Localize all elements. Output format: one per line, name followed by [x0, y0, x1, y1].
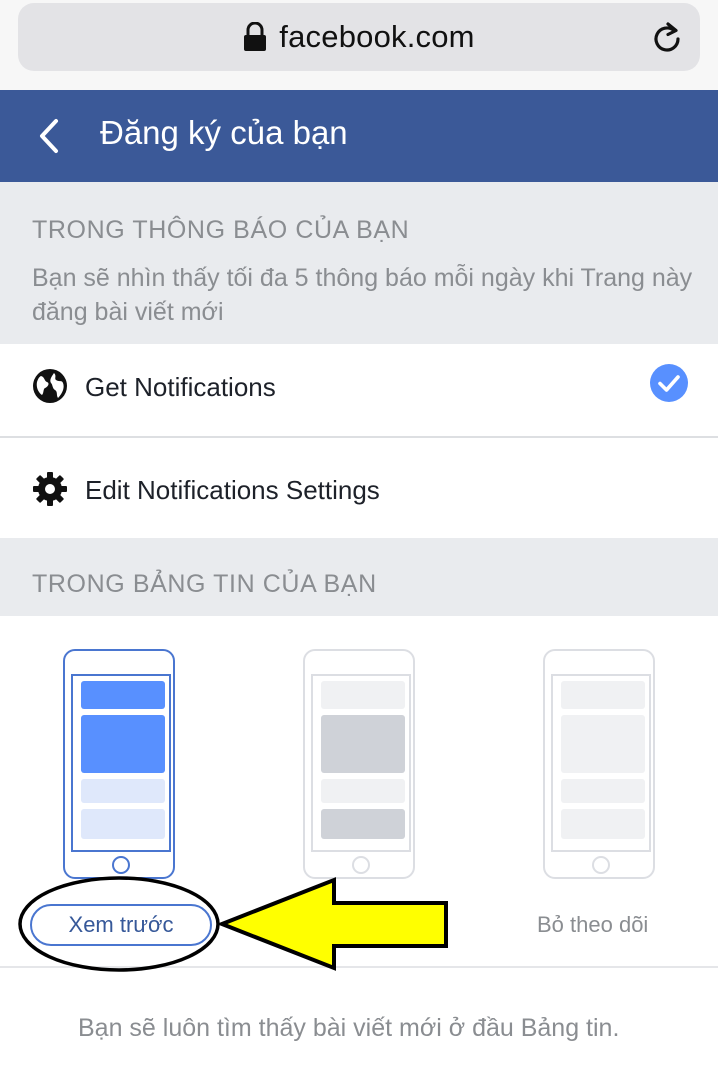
- phone-home-button: [112, 856, 130, 874]
- url-field[interactable]: facebook.com: [18, 3, 700, 71]
- feed-bar: [561, 809, 645, 839]
- globe-icon: [33, 369, 67, 403]
- phone-home-button: [352, 856, 370, 874]
- section-description: Bạn sẽ nhìn thấy tối đa 5 thông báo mỗi …: [32, 264, 693, 326]
- phone-home-button: [592, 856, 610, 874]
- gear-icon: [33, 472, 67, 506]
- footer-description: Bạn sẽ luôn tìm thấy bài viết mới ở đầu …: [78, 1014, 620, 1042]
- get-notifications-row[interactable]: Get Notifications: [0, 344, 718, 436]
- lock-icon: [244, 22, 267, 51]
- phone-screen: [551, 674, 651, 852]
- chevron-left-icon[interactable]: [36, 117, 62, 155]
- section-title: TRONG BẢNG TIN CỦA BẠN: [32, 570, 377, 598]
- row-label: Get Notifications: [85, 372, 276, 402]
- feed-bar: [321, 681, 405, 709]
- feed-bar: [81, 681, 165, 709]
- newsfeed-options: Xem trước Bỏ theo dõi: [0, 616, 718, 966]
- phone-screen: [71, 674, 171, 852]
- feed-bar: [561, 715, 645, 773]
- url-content: facebook.com: [18, 3, 700, 71]
- feed-bar: [321, 715, 405, 773]
- unfollow-option-label[interactable]: Bỏ theo dõi: [537, 912, 648, 938]
- page-header: Đăng ký của bạn: [0, 90, 718, 182]
- notifications-section-header: TRONG THÔNG BÁO CỦA BẠN Bạn sẽ nhìn thấy…: [0, 182, 718, 344]
- phone-screen: [311, 674, 411, 852]
- option-see-first-phone[interactable]: [63, 649, 175, 879]
- newsfeed-section-header: TRONG BẢNG TIN CỦA BẠN: [0, 538, 718, 616]
- divider: [0, 966, 718, 968]
- option-unfollow-phone[interactable]: [543, 649, 655, 879]
- row-label: Edit Notifications Settings: [85, 475, 380, 505]
- feed-bar: [81, 809, 165, 839]
- edit-notifications-row[interactable]: Edit Notifications Settings: [0, 438, 718, 538]
- see-first-button[interactable]: Xem trước: [30, 904, 212, 946]
- section-title: TRONG THÔNG BÁO CỦA BẠN: [32, 216, 410, 244]
- url-text: facebook.com: [279, 19, 475, 54]
- checkmark-icon: [650, 364, 688, 402]
- option-default-phone[interactable]: [303, 649, 415, 879]
- feed-bar: [561, 779, 645, 803]
- feed-bar: [321, 779, 405, 803]
- browser-toolbar: facebook.com: [0, 0, 718, 90]
- page-title: Đăng ký của bạn: [100, 114, 348, 151]
- feed-bar: [81, 715, 165, 773]
- feed-bar: [561, 681, 645, 709]
- feed-bar: [81, 779, 165, 803]
- reload-icon[interactable]: [650, 22, 684, 56]
- feed-bar: [321, 809, 405, 839]
